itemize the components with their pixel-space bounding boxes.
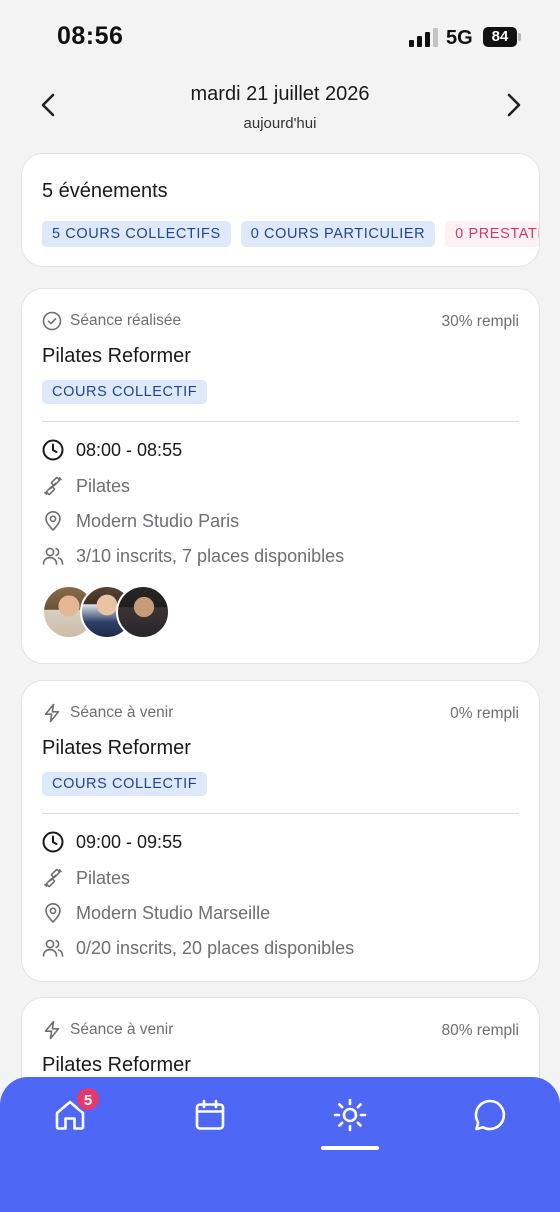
status-time: 08:56 bbox=[57, 22, 124, 50]
tab-calendar[interactable] bbox=[190, 1095, 230, 1135]
dumbbell-icon bbox=[43, 868, 63, 888]
users-icon bbox=[42, 939, 64, 957]
event-activity-row: Pilates bbox=[42, 475, 130, 497]
event-status-label: Séance à venir bbox=[70, 704, 174, 721]
event-activity: Pilates bbox=[76, 867, 131, 888]
event-attendance: 0/20 inscrits, 20 places disponibles bbox=[76, 937, 355, 958]
event-time: 09:00 - 09:55 bbox=[76, 831, 183, 852]
clock-icon bbox=[42, 439, 64, 461]
event-location-row: Modern Studio Paris bbox=[42, 510, 239, 532]
event-title: Pilates Reformer bbox=[42, 737, 191, 759]
event-attendance: 3/10 inscrits, 7 places disponibles bbox=[76, 545, 345, 566]
users-icon bbox=[42, 547, 64, 565]
calendar-icon bbox=[195, 1099, 225, 1130]
event-type-badge: COURS COLLECTIF bbox=[42, 380, 208, 404]
lightning-icon bbox=[44, 1020, 60, 1040]
attendees-avatars[interactable] bbox=[42, 585, 172, 639]
active-tab-indicator bbox=[321, 1146, 379, 1150]
lightning-icon bbox=[44, 703, 60, 723]
event-card[interactable]: Séance à venir 0% rempli Pilates Reforme… bbox=[21, 680, 540, 982]
date-title: mardi 21 juillet 2026 bbox=[190, 83, 370, 105]
event-status-label: Séance réalisée bbox=[70, 312, 182, 329]
filter-services[interactable]: 0 PRESTATION bbox=[445, 221, 539, 247]
filter-private-classes[interactable]: 0 COURS PARTICULIER bbox=[240, 221, 436, 247]
date-subtitle: aujourd'hui bbox=[243, 115, 317, 132]
location-pin-icon bbox=[45, 511, 61, 531]
tab-messages[interactable] bbox=[470, 1095, 510, 1135]
check-circle-icon bbox=[42, 311, 62, 331]
dumbbell-icon bbox=[43, 476, 63, 496]
event-location: Modern Studio Paris bbox=[76, 510, 240, 531]
date-header: mardi 21 juillet 2026 aujourd'hui bbox=[0, 78, 560, 138]
event-attendance-row: 3/10 inscrits, 7 places disponibles bbox=[42, 545, 344, 567]
home-notification-badge: 5 bbox=[75, 1086, 101, 1112]
status-bar: 08:56 5G 84 bbox=[0, 0, 560, 70]
event-fill-rate: 30% rempli bbox=[441, 313, 519, 330]
event-attendance-row: 0/20 inscrits, 20 places disponibles bbox=[42, 937, 354, 959]
events-summary-card: 5 événements 5 COURS COLLECTIFS 0 COURS … bbox=[21, 153, 540, 267]
event-time-row: 08:00 - 08:55 bbox=[42, 439, 182, 461]
event-status: Séance à venir bbox=[42, 703, 173, 723]
avatar bbox=[116, 585, 170, 639]
chevron-right-icon bbox=[507, 93, 521, 117]
event-time-row: 09:00 - 09:55 bbox=[42, 831, 182, 853]
location-pin-icon bbox=[45, 903, 61, 923]
chat-icon bbox=[474, 1099, 506, 1131]
event-title: Pilates Reformer bbox=[42, 1054, 191, 1076]
event-status-label: Séance à venir bbox=[70, 1021, 174, 1038]
battery-tip bbox=[518, 33, 521, 41]
bottom-tab-bar: 5 bbox=[0, 1077, 560, 1212]
tab-today[interactable] bbox=[330, 1095, 370, 1135]
divider bbox=[42, 421, 519, 422]
sun-icon bbox=[333, 1098, 367, 1132]
event-title: Pilates Reformer bbox=[42, 345, 191, 367]
event-location: Modern Studio Marseille bbox=[76, 902, 271, 923]
clock-icon bbox=[42, 831, 64, 853]
event-fill-rate: 0% rempli bbox=[450, 705, 519, 722]
event-activity-row: Pilates bbox=[42, 867, 130, 889]
filter-group-classes[interactable]: 5 COURS COLLECTIFS bbox=[42, 221, 231, 247]
next-day-button[interactable] bbox=[500, 92, 526, 118]
network-label: 5G bbox=[446, 27, 473, 49]
events-count: 5 événements bbox=[42, 180, 168, 202]
divider bbox=[42, 813, 519, 814]
event-card[interactable]: Séance réalisée 30% rempli Pilates Refor… bbox=[21, 288, 540, 664]
event-type-filters: 5 COURS COLLECTIFS 0 COURS PARTICULIER 0… bbox=[42, 221, 539, 247]
event-time: 08:00 - 08:55 bbox=[76, 439, 183, 460]
event-fill-rate: 80% rempli bbox=[441, 1022, 519, 1039]
event-location-row: Modern Studio Marseille bbox=[42, 902, 270, 924]
event-activity: Pilates bbox=[76, 475, 131, 496]
event-type-badge: COURS COLLECTIF bbox=[42, 772, 208, 796]
event-status: Séance à venir bbox=[42, 1020, 173, 1040]
event-status: Séance réalisée bbox=[42, 311, 181, 331]
signal-icon bbox=[409, 28, 438, 47]
battery-icon: 84 bbox=[483, 27, 517, 47]
